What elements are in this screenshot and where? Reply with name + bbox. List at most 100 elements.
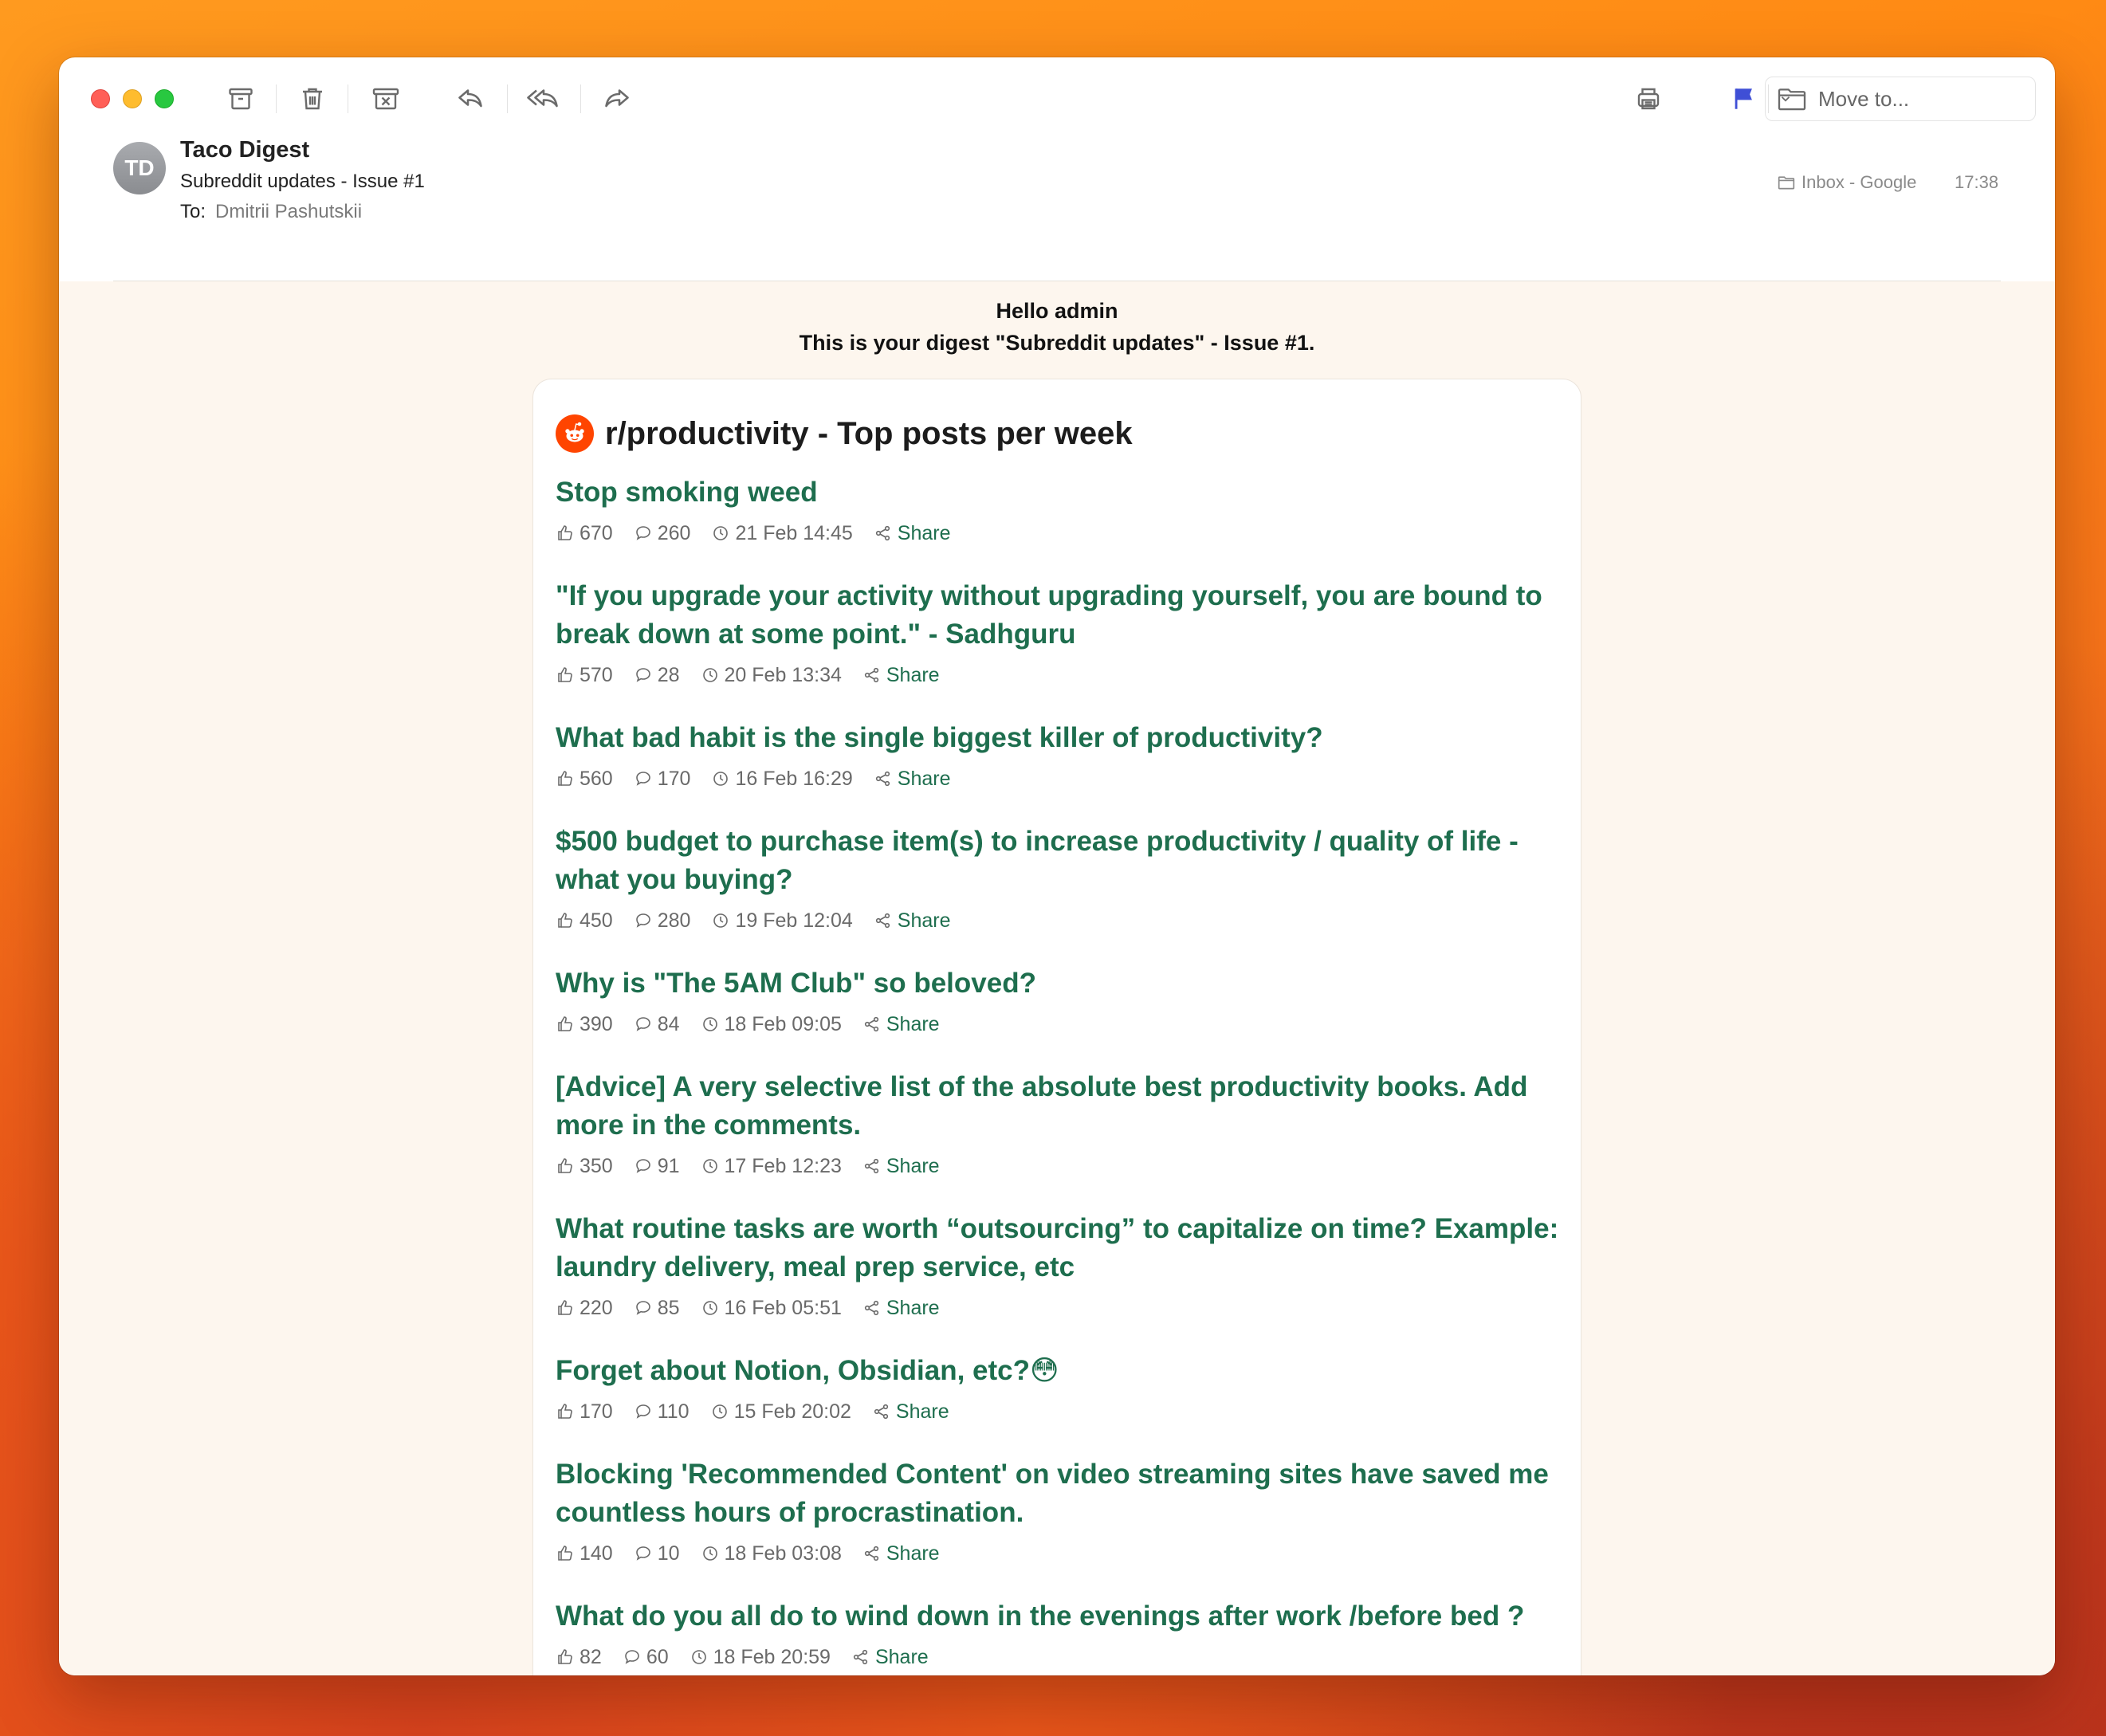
post-meta: 220 85 16 Feb 05:51 Share [556,1296,1568,1320]
post-item: $500 budget to purchase item(s) to incre… [556,823,1568,933]
post-date: 15 Feb 20:02 [710,1400,851,1424]
thumbs-up-icon [558,1404,572,1419]
comment-icon [635,772,650,786]
clock-icon [702,1159,717,1173]
clock-icon [713,913,729,928]
share-icon [864,1158,878,1174]
post-date: 17 Feb 12:23 [701,1155,842,1178]
clock-icon [712,1404,727,1419]
clock-icon [702,668,717,682]
printer-icon [1637,88,1660,110]
clock-icon [702,1301,717,1315]
post-title-link[interactable]: [Advice] A very selective list of the ab… [556,1068,1568,1145]
comment-icon [635,1404,650,1419]
comment-icon [635,913,650,928]
post-meta: 670 260 21 Feb 14:45 Share [556,521,1568,545]
share-link[interactable]: Share [862,664,940,687]
post-date: 18 Feb 09:05 [701,1013,842,1036]
share-link[interactable]: Share [851,1646,929,1669]
delete-button[interactable] [290,80,335,118]
reply-all-button[interactable] [521,80,566,118]
post-title-link[interactable]: What routine tasks are worth “outsourcin… [556,1210,1568,1286]
trash-icon [303,88,322,110]
share-link[interactable]: Share [874,768,951,791]
thumbs-up-icon [558,1016,572,1031]
email-time: 17:38 [1955,172,1999,192]
share-link[interactable]: Share [872,1400,949,1424]
post-title-link[interactable]: Why is "The 5AM Club" so beloved? [556,964,1568,1003]
comment-count: 170 [634,768,690,791]
mailbox-label[interactable]: Inbox - Google [1778,172,1916,193]
flag-icon [1735,88,1752,109]
flag-button[interactable] [1722,80,1766,118]
share-link[interactable]: Share [874,909,951,933]
folder-icon [1778,176,1795,190]
comment-count: 10 [634,1542,680,1565]
clock-icon [702,1017,717,1031]
move-to-label: Move to... [1818,86,1910,111]
post-title-link[interactable]: Blocking 'Recommended Content' on video … [556,1455,1568,1532]
post-item: "If you upgrade your activity without up… [556,577,1568,687]
post-meta: 390 84 18 Feb 09:05 Share [556,1012,1568,1036]
post-title-link[interactable]: $500 budget to purchase item(s) to incre… [556,823,1568,899]
share-link[interactable]: Share [862,1155,940,1178]
close-window-button[interactable] [91,89,110,108]
post-title-link[interactable]: Forget about Notion, Obsidian, etc?😳 [556,1352,1568,1390]
move-to-button[interactable]: Move to... [1765,77,2036,121]
zoom-window-button[interactable] [155,89,174,108]
comment-count: 60 [623,1646,669,1669]
post-title-link[interactable]: Stop smoking weed [556,473,1568,512]
upvote-count: 82 [556,1646,602,1669]
comment-icon [635,668,650,682]
recipient-name[interactable]: Dmitrii Pashutskii [215,201,362,222]
greeting: Hello admin [996,299,1118,323]
comment-icon [625,1650,639,1664]
post-meta: 140 10 18 Feb 03:08 Share [556,1542,1568,1565]
reply-all-icon [527,89,558,108]
post-title-link[interactable]: What bad habit is the single biggest kil… [556,719,1568,757]
share-icon [864,1016,878,1032]
share-icon [875,525,890,541]
comment-count: 85 [634,1297,680,1320]
subreddit-heading: r/productivity - Top posts per week [605,415,1133,451]
upvote-count: 170 [556,1400,613,1424]
forward-button[interactable] [595,80,639,118]
share-icon [853,1649,868,1665]
post-date: 19 Feb 12:04 [711,909,853,933]
share-link[interactable]: Share [862,1013,940,1036]
share-icon [875,913,890,929]
email-body: Hello admin This is your digest "Subredd… [59,281,2055,1675]
thumbs-up-icon [558,525,572,540]
share-link[interactable]: Share [874,522,951,545]
post-title-link[interactable]: "If you upgrade your activity without up… [556,577,1568,654]
share-link[interactable]: Share [862,1542,940,1565]
minimize-window-button[interactable] [123,89,142,108]
thumbs-up-icon [558,913,572,928]
archive-button[interactable] [218,80,263,118]
post-item: Forget about Notion, Obsidian, etc?😳 170 1… [556,1352,1568,1424]
mailbox-name: Inbox - Google [1801,172,1917,192]
upvote-count: 390 [556,1013,613,1036]
clock-icon [713,772,729,786]
mail-window: Move to... TD Taco Digest Subreddit upda… [59,57,2055,1675]
share-icon [875,771,890,787]
junk-button[interactable] [363,80,408,118]
post-title-link[interactable]: What do you all do to wind down in the e… [556,1597,1568,1636]
print-button[interactable] [1626,80,1671,118]
post-meta: 82 60 18 Feb 20:59 Share [556,1645,1568,1669]
upvote-count: 220 [556,1297,613,1320]
upvote-count: 560 [556,768,613,791]
thumbs-up-icon [558,1158,572,1173]
share-icon [874,1404,889,1420]
share-link[interactable]: Share [862,1297,940,1320]
digest-card: r/productivity - Top posts per week Stop… [532,379,1581,1675]
sender-name[interactable]: Taco Digest [180,137,309,163]
window-controls [91,89,174,108]
reply-button[interactable] [448,80,493,118]
post-item: Why is "The 5AM Club" so beloved? 390 84 18… [556,964,1568,1036]
to-label: To: [180,201,206,222]
comment-count: 84 [634,1013,680,1036]
post-date: 16 Feb 16:29 [711,768,853,791]
post-date: 16 Feb 05:51 [701,1297,842,1320]
post-date: 20 Feb 13:34 [701,664,842,687]
